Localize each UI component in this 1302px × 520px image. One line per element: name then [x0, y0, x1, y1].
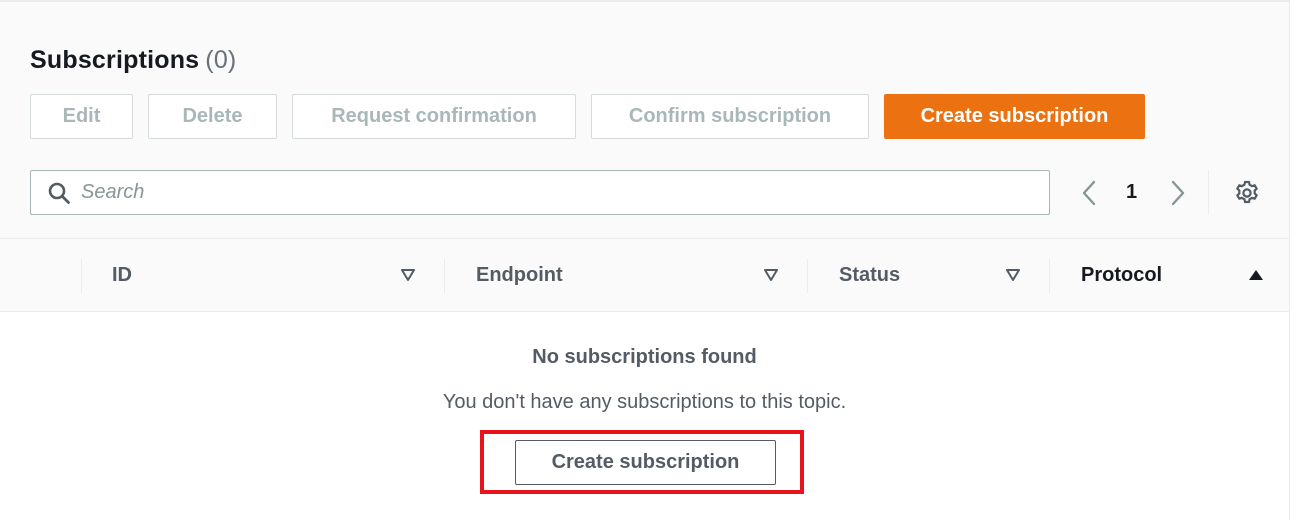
request-confirmation-button[interactable]: Request confirmation — [292, 94, 576, 139]
empty-state-create-subscription-button[interactable]: Create subscription — [515, 440, 776, 485]
sort-ascending-icon[interactable] — [1248, 267, 1264, 283]
table-header: ID Endpoint Status Protocol — [0, 238, 1289, 312]
column-header-endpoint[interactable]: Endpoint — [476, 264, 563, 287]
chevron-right-icon[interactable] — [1165, 179, 1189, 207]
column-separator — [81, 259, 82, 293]
subscription-count: (0) — [205, 46, 237, 74]
confirm-subscription-button[interactable]: Confirm subscription — [591, 94, 869, 139]
empty-state-description: You don't have any subscriptions to this… — [442, 391, 847, 413]
pager-divider — [1208, 170, 1209, 215]
search-input[interactable] — [81, 171, 1031, 214]
edit-button[interactable]: Edit — [30, 94, 133, 139]
gear-icon[interactable] — [1234, 180, 1260, 206]
empty-state-title: No subscriptions found — [532, 346, 757, 368]
title-text: Subscriptions — [30, 46, 200, 74]
column-separator — [444, 259, 445, 293]
column-separator — [807, 259, 808, 293]
delete-button[interactable]: Delete — [148, 94, 277, 139]
sort-icon[interactable] — [1005, 267, 1021, 283]
column-header-protocol[interactable]: Protocol — [1081, 264, 1162, 287]
column-header-status[interactable]: Status — [839, 264, 900, 287]
page-title: Subscriptions (0) — [30, 46, 236, 75]
subscriptions-panel: Subscriptions (0) Edit Delete Request con… — [0, 0, 1290, 520]
column-separator — [1049, 259, 1050, 293]
chevron-left-icon[interactable] — [1078, 179, 1102, 207]
search-field[interactable] — [30, 170, 1050, 215]
sort-icon[interactable] — [763, 267, 779, 283]
column-header-id[interactable]: ID — [112, 264, 132, 287]
search-icon — [48, 182, 70, 204]
create-subscription-button[interactable]: Create subscription — [884, 94, 1145, 139]
sort-icon[interactable] — [400, 267, 416, 283]
page-number[interactable]: 1 — [1126, 181, 1137, 204]
